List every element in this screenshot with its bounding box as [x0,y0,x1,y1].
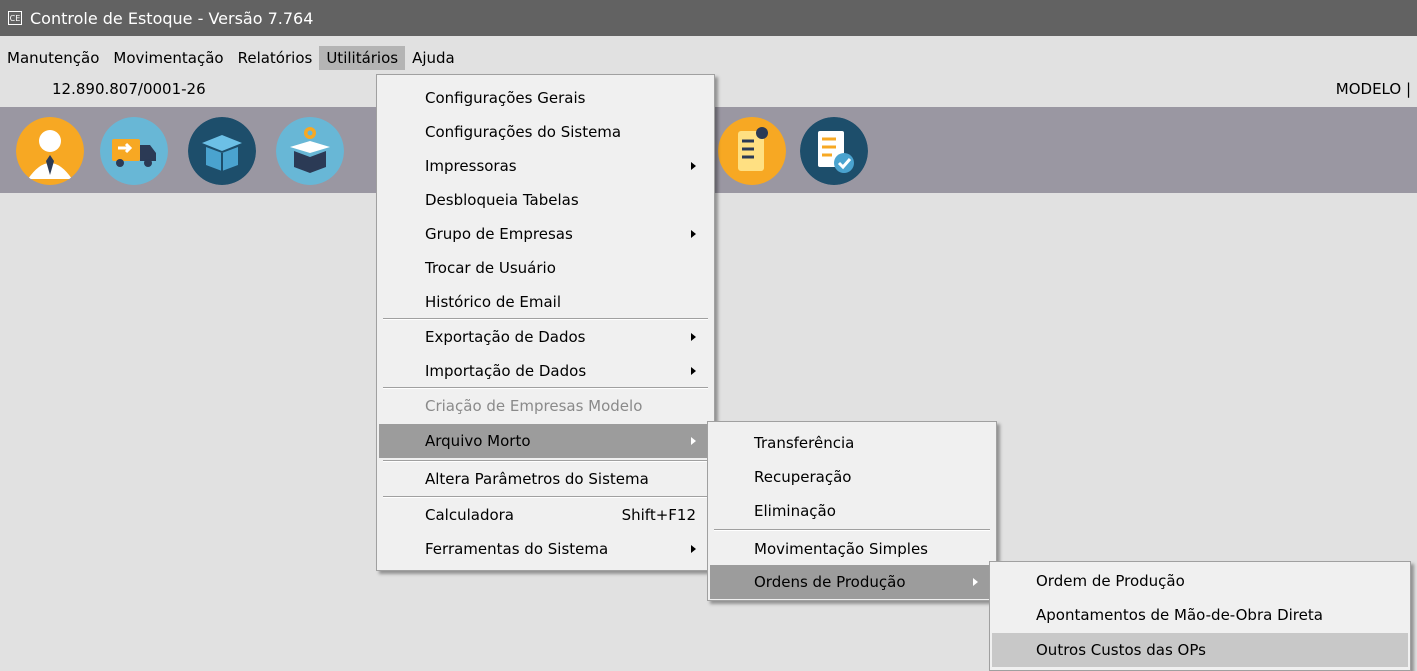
window-title: Controle de Estoque - Versão 7.764 [30,8,314,28]
menu-utilitarios[interactable]: Utilitários [319,46,406,70]
submenu-arrow-icon [691,162,696,170]
app-icon: CE [8,11,22,25]
menu-importacao-dados[interactable]: Importação de Dados [379,354,712,388]
menu-movimentacao[interactable]: Movimentação [106,46,230,70]
menu-altera-parametros[interactable]: Altera Parâmetros do Sistema [379,462,712,496]
menu-movimentacao-simples[interactable]: Movimentação Simples [710,532,994,566]
menu-configuracoes-sistema[interactable]: Configurações do Sistema [379,115,712,149]
menu-apontamentos-mao-obra[interactable]: Apontamentos de Mão-de-Obra Direta [992,598,1408,632]
menu-separator [714,529,990,531]
menu-ajuda[interactable]: Ajuda [405,46,462,70]
title-bar: CE Controle de Estoque - Versão 7.764 [0,0,1417,36]
user-icon[interactable] [16,117,84,185]
menu-recuperacao[interactable]: Recuperação [710,460,994,494]
company-name: MODELO | N [1335,80,1417,98]
menu-bar: Manutenção Movimentação Relatórios Utili… [0,46,462,70]
menu-desbloqueia-tabelas[interactable]: Desbloqueia Tabelas [379,183,712,217]
menu-eliminacao[interactable]: Eliminação [710,494,994,528]
menu-configuracoes-gerais[interactable]: Configurações Gerais [379,81,712,115]
submenu-arrow-icon [691,367,696,375]
utilitarios-menu: Configurações Gerais Configurações do Si… [376,74,715,571]
checklist-location-icon[interactable] [718,117,786,185]
menu-calculadora[interactable]: Calculadora Shift+F12 [379,498,712,532]
menu-impressoras[interactable]: Impressoras [379,149,712,183]
shortcut-label: Shift+F12 [621,506,696,524]
menu-transferencia[interactable]: Transferência [710,426,994,460]
submenu-arrow-icon [691,230,696,238]
menu-ordens-producao[interactable]: Ordens de Produção [710,565,994,599]
menu-historico-email[interactable]: Histórico de Email [379,285,712,319]
ordens-producao-submenu: Ordem de Produção Apontamentos de Mão-de… [989,561,1411,671]
box-settings-icon[interactable] [276,117,344,185]
menu-relatorios[interactable]: Relatórios [231,46,320,70]
box-icon[interactable] [188,117,256,185]
arquivo-morto-submenu: Transferência Recuperação Eliminação Mov… [707,421,997,601]
menu-ferramentas-sistema[interactable]: Ferramentas do Sistema [379,532,712,566]
menu-trocar-usuario[interactable]: Trocar de Usuário [379,251,712,285]
menu-grupo-empresas[interactable]: Grupo de Empresas [379,217,712,251]
menu-criacao-empresas-modelo: Criação de Empresas Modelo [425,397,643,415]
submenu-arrow-icon [691,333,696,341]
menu-exportacao-dados[interactable]: Exportação de Dados [379,320,712,354]
menu-manutencao[interactable]: Manutenção [0,46,106,70]
delivery-truck-icon[interactable] [100,117,168,185]
company-cnpj: 12.890.807/0001-26 [52,80,206,98]
submenu-arrow-icon [691,545,696,553]
submenu-arrow-icon [973,578,978,586]
report-check-icon[interactable] [800,117,868,185]
menu-arquivo-morto[interactable]: Arquivo Morto [379,424,712,458]
menu-outros-custos-ops[interactable]: Outros Custos das OPs [992,633,1408,667]
menu-ordem-producao[interactable]: Ordem de Produção [992,564,1408,598]
submenu-arrow-icon [691,437,696,445]
